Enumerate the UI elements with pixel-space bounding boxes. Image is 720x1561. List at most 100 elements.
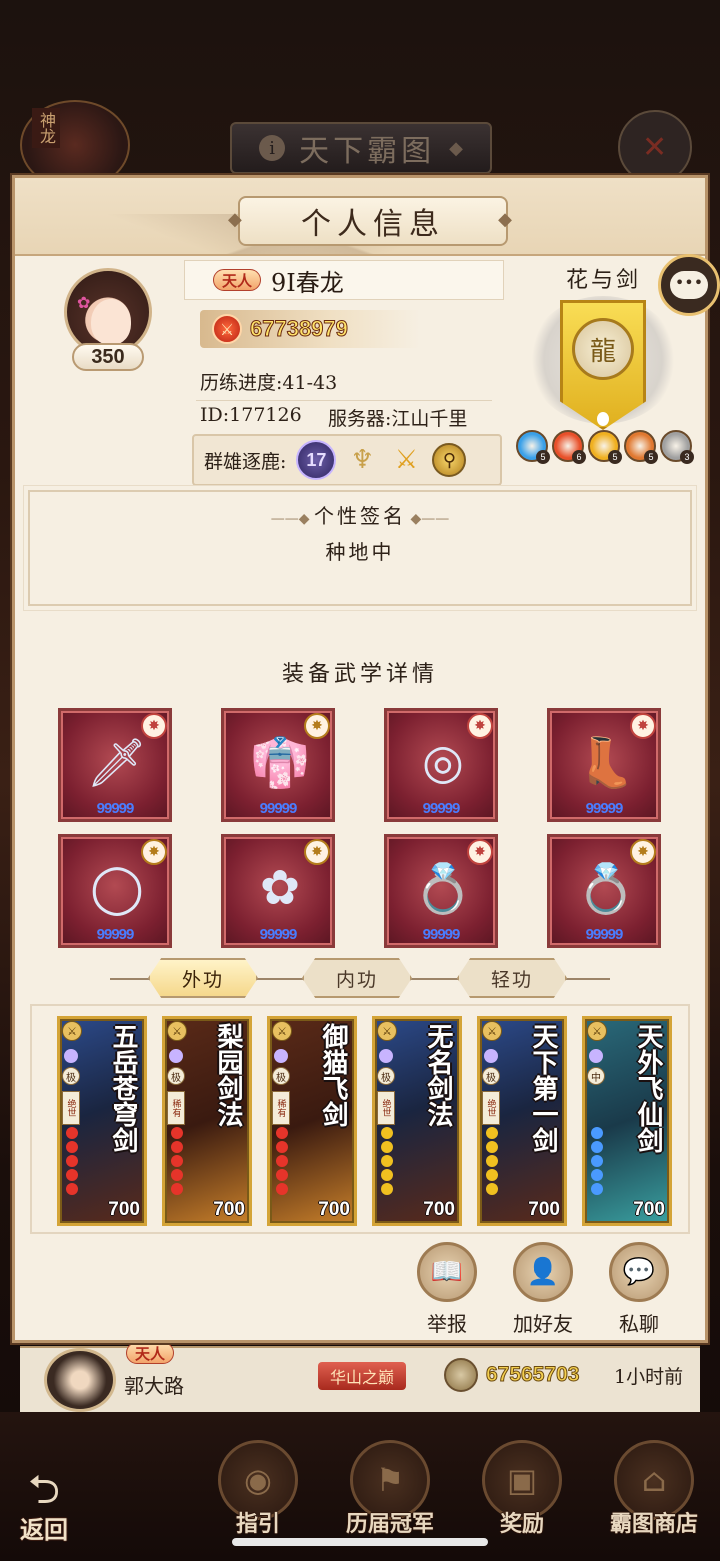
gold-element-icon[interactable]: 5 — [588, 430, 622, 464]
power-value: 67565703 — [485, 1363, 580, 1387]
equipment-slot[interactable]: 👢 ✸ 99999 — [547, 708, 661, 822]
skill-card[interactable]: ⚔ 极稀有 御猫飞剑 700 — [267, 1016, 357, 1226]
hairpin-icon: ✿ — [259, 860, 301, 916]
nav-shop[interactable]: ⌂ 霸图商店 — [606, 1440, 702, 1550]
skill-rarity: 绝世 — [377, 1091, 395, 1125]
flame-element-icon[interactable]: 5 — [624, 430, 658, 464]
guild-elements: 5 6 5 5 3 — [516, 430, 694, 464]
sword-icon: 🗡 — [86, 734, 148, 791]
metal-element-icon[interactable]: 3 — [660, 430, 694, 464]
nav-rewards[interactable]: ▣ 奖励 — [474, 1440, 570, 1550]
magnify-icon[interactable]: ⚲ — [432, 443, 467, 477]
equipment-slot[interactable]: 💍 ✸ 99999 — [547, 834, 661, 948]
robe-icon: 👘 — [250, 734, 310, 791]
level-badge: 350 — [72, 343, 144, 371]
screen-title-text: 天下霸图 — [299, 134, 436, 169]
skill-stars — [486, 1127, 500, 1195]
tab-lightness[interactable]: 轻功 — [457, 958, 567, 998]
nav-champions[interactable]: ⚑ 历届冠军 — [342, 1440, 438, 1550]
action-buttons: 📖 举报 👤 加好友 💬 私聊 — [412, 1242, 674, 1337]
skill-card[interactable]: ⚔ 中 天外飞仙剑 700 — [582, 1016, 672, 1226]
skill-card[interactable]: ⚔ 极稀有 梨园剑法 700 — [162, 1016, 252, 1226]
equipment-slot[interactable]: 🗡 ✸ 99999 — [58, 708, 172, 822]
title-badge: 天人 — [126, 1342, 175, 1364]
skill-type-icon: ⚔ — [377, 1021, 397, 1041]
skill-type-icon: ⚔ — [482, 1021, 502, 1041]
chat-bubble-icon[interactable]: ••• — [658, 254, 720, 316]
gem-slots: 99999 — [259, 926, 298, 943]
gem-slots: 99999 — [96, 926, 135, 943]
arena-rank-row: 群雄逐鹿: 17 ♆ ⚔ ⚲ — [192, 434, 502, 486]
equipment-slot[interactable]: 👘 ✸ 99999 — [221, 708, 335, 822]
skill-rarity: 绝世 — [482, 1091, 500, 1125]
tab-internal[interactable]: 内功 — [302, 958, 412, 998]
back-label: 返回 — [20, 1515, 68, 1544]
skill-tabs: 外功 内功 轻功 — [0, 958, 720, 1000]
skill-level: 700 — [213, 1199, 245, 1220]
tab-external[interactable]: 外功 — [148, 958, 258, 998]
add-friend-label: 加好友 — [513, 1312, 573, 1336]
add-friend-button[interactable]: 👤 加好友 — [508, 1242, 578, 1337]
water-element-icon[interactable]: 5 — [516, 430, 550, 464]
power-icon — [444, 1358, 478, 1392]
skill-level: 700 — [528, 1199, 560, 1220]
skill-card[interactable]: ⚔ 极绝世 五岳苍穹剑 700 — [57, 1016, 147, 1226]
skill-name: 五岳苍穹剑 — [108, 1023, 138, 1153]
nav-guide[interactable]: ◉ 指引 — [210, 1440, 306, 1550]
skill-stars — [66, 1127, 80, 1195]
avatar-face — [91, 299, 131, 345]
flag-icon[interactable] — [618, 110, 692, 184]
skill-rarity: 稀有 — [167, 1091, 185, 1125]
skill-rarity: 稀有 — [272, 1091, 290, 1125]
private-chat-button[interactable]: 💬 私聊 — [604, 1242, 674, 1337]
skill-cards: ⚔ 极绝世 五岳苍穹剑 700 ⚔ 极稀有 梨园剑法 700 ⚔ 极稀有 御猫飞剑 700 ⚔ 极绝世 无名… — [57, 1016, 672, 1226]
arena-rank-badge: 17 — [296, 440, 337, 480]
skill-type-icon: ⚔ — [272, 1021, 292, 1041]
skill-type-icon: ⚔ — [62, 1021, 82, 1041]
gem-slots: 99999 — [422, 800, 461, 817]
divider — [196, 400, 492, 401]
dragon-emblem-icon: 龍 — [572, 318, 634, 380]
belt-icon: ◎ — [422, 734, 464, 790]
equipment-section-title: 装备武学详情 — [281, 662, 438, 687]
skill-grade: 极 — [377, 1067, 395, 1085]
skill-name: 无名剑法 — [423, 1023, 453, 1127]
add-user-icon: 👤 — [513, 1242, 573, 1302]
skill-rarity: 绝世 — [62, 1091, 80, 1125]
skill-stars — [381, 1127, 395, 1195]
info-icon[interactable]: i — [259, 135, 286, 161]
equipment-slot[interactable]: 💍 ✸ 99999 — [384, 834, 498, 948]
skill-grade: 极 — [167, 1067, 185, 1085]
skill-stars — [276, 1127, 290, 1195]
equipment-slot[interactable]: ✿ ✸ 99999 — [221, 834, 335, 948]
equipment-slot[interactable]: ◯ ✸ 99999 — [58, 834, 172, 948]
player-name: 9I春龙 — [271, 268, 344, 297]
silver-ring-icon: 💍 — [576, 860, 636, 917]
back-button[interactable]: ⮌ 返回 — [20, 1470, 68, 1545]
signature-text: 种地中 — [325, 540, 395, 564]
skill-grade: 中 — [587, 1067, 605, 1085]
server-tag: 华山之巅 — [318, 1362, 407, 1390]
skill-card[interactable]: ⚔ 极绝世 无名剑法 700 — [372, 1016, 462, 1226]
signature-title: 个性签名 — [30, 500, 690, 529]
report-button[interactable]: 📖 举报 — [412, 1242, 482, 1337]
home-indicator[interactable] — [232, 1538, 488, 1546]
skill-name: 御猫飞剑 — [318, 1023, 348, 1127]
combat-power: ⚔ 67738979 — [200, 310, 420, 348]
dialog-header: 个人信息 — [15, 178, 705, 256]
report-label: 举报 — [427, 1312, 467, 1336]
skill-grade: 极 — [482, 1067, 500, 1085]
nav-shop-label: 霸图商店 — [609, 1511, 698, 1537]
nav-guide-label: 指引 — [235, 1511, 280, 1537]
ranking-row[interactable]: 天人 郭大路 华山之巅 67565703 1小时前 — [20, 1342, 700, 1412]
nav-champions-label: 历届冠军 — [345, 1511, 434, 1537]
gem-slots: 99999 — [96, 800, 135, 817]
fire-element-icon[interactable]: 6 — [552, 430, 586, 464]
diamond-icon: ◆ — [449, 137, 463, 159]
moon-icon — [274, 1049, 288, 1063]
gem-slots: 99999 — [585, 926, 624, 943]
skill-card[interactable]: ⚔ 极绝世 天下第一剑 700 — [477, 1016, 567, 1226]
moon-icon — [589, 1049, 603, 1063]
skill-stars — [171, 1127, 185, 1195]
equipment-slot[interactable]: ◎ ✸ 99999 — [384, 708, 498, 822]
